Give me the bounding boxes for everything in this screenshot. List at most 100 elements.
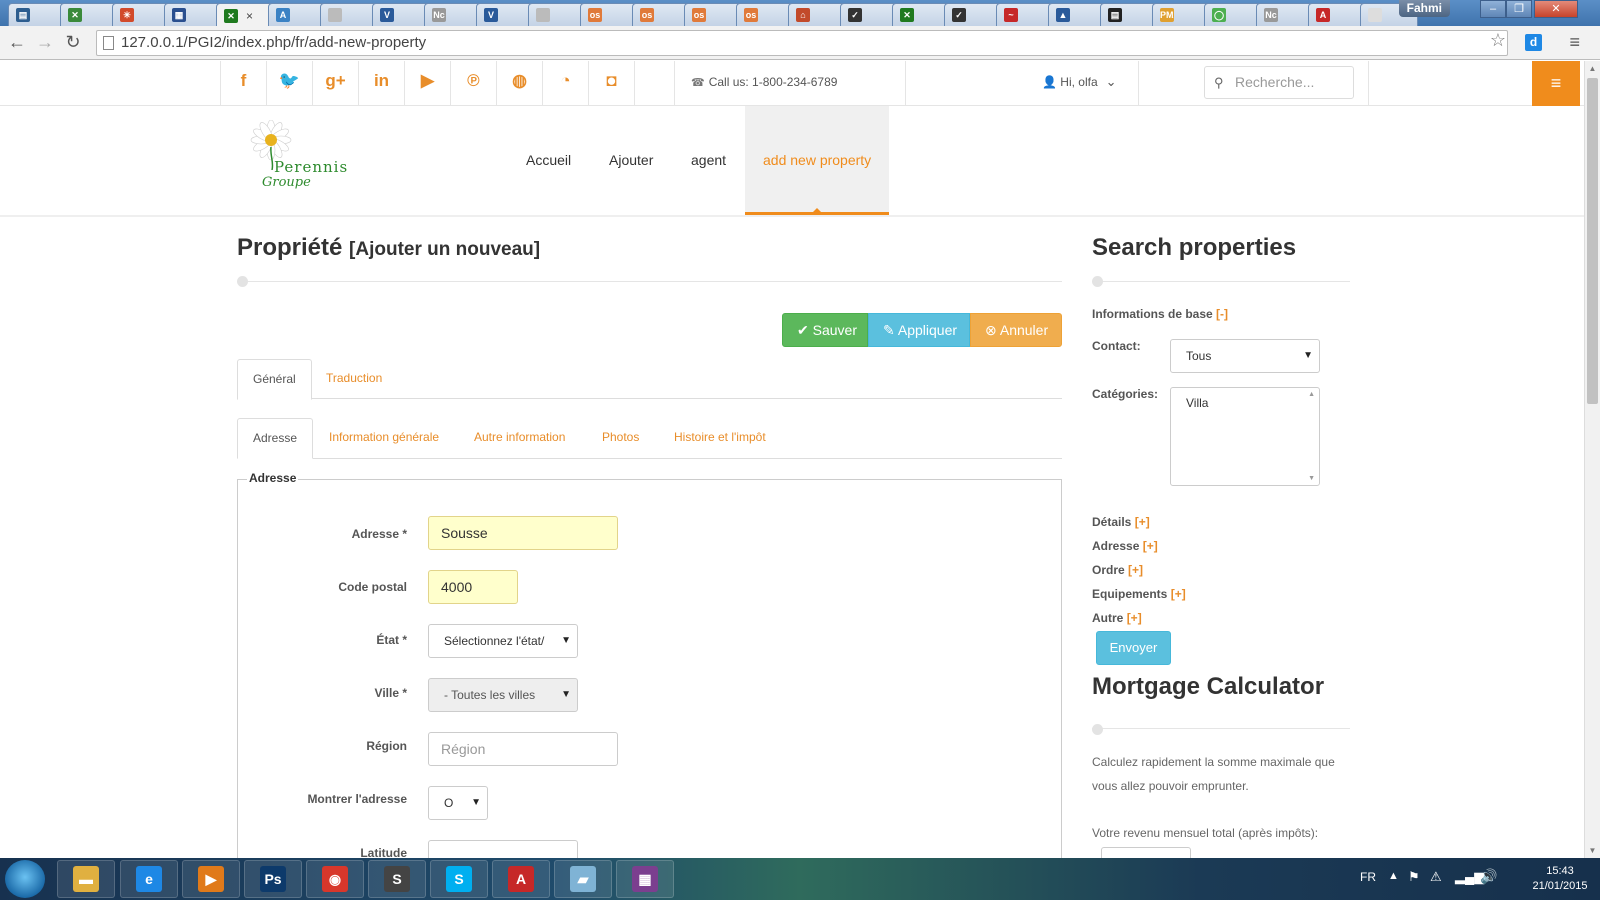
scroll-up-icon[interactable]: ▲ — [1585, 61, 1600, 76]
order-toggle[interactable]: Ordre [+] — [1092, 563, 1143, 577]
pinterest-icon[interactable]: ℗ — [450, 61, 496, 106]
browser-tab[interactable]: A — [1308, 3, 1366, 26]
contact-select[interactable]: Tous ▼ — [1170, 339, 1320, 373]
nav-item-accueil[interactable]: Accueil — [526, 106, 571, 215]
site-logo[interactable]: Perennis Groupe — [236, 120, 376, 202]
state-select[interactable]: Sélectionnez l'état/ ▼ — [428, 624, 578, 658]
taskbar-app[interactable]: A — [492, 860, 550, 898]
apply-button[interactable]: ✎ Appliquer — [868, 313, 970, 347]
tab-traduction[interactable]: Traduction — [311, 359, 397, 399]
browser-tab[interactable]: ✕ × — [216, 3, 274, 26]
tab-photos[interactable]: Photos — [587, 418, 654, 458]
taskbar-app[interactable]: S — [368, 860, 426, 898]
network-warning-icon[interactable]: ⚠ — [1430, 869, 1442, 885]
linkedin-icon[interactable]: in — [358, 61, 404, 106]
scroll-down-icon[interactable]: ▼ — [1308, 475, 1315, 482]
address-field[interactable]: Sousse — [428, 516, 618, 550]
browser-tab[interactable]: ▲ — [1048, 3, 1106, 26]
taskbar-app[interactable]: ◉ — [306, 860, 364, 898]
chrome-menu-icon[interactable]: ≡ — [1569, 32, 1580, 53]
taskbar-app[interactable]: ▬ — [57, 860, 115, 898]
show-hidden-icons[interactable]: ▲ — [1388, 870, 1399, 882]
url-bar[interactable]: 127.0.0.1/PGI2/index.php/fr/add-new-prop… — [96, 30, 1508, 56]
flag-icon[interactable]: ⚑ — [1408, 869, 1420, 885]
tab-autre-information[interactable]: Autre information — [459, 418, 580, 458]
start-button[interactable] — [5, 860, 45, 898]
browser-tab[interactable]: os — [684, 3, 742, 26]
browser-tab[interactable]: ✓ — [840, 3, 898, 26]
equipments-toggle[interactable]: Equipements [+] — [1092, 587, 1186, 601]
close-tab-icon[interactable]: × — [246, 9, 253, 23]
other-toggle[interactable]: Autre [+] — [1092, 611, 1142, 625]
browser-tab[interactable]: ✕ — [892, 3, 950, 26]
submit-button[interactable]: Envoyer — [1096, 631, 1171, 665]
city-select[interactable]: - Toutes les villes ▼ — [428, 678, 578, 712]
extension-icon[interactable]: d — [1525, 34, 1542, 51]
volume-icon[interactable]: 🔊 — [1480, 868, 1497, 885]
browser-tab[interactable]: ✳ — [112, 3, 170, 26]
rss-icon[interactable]: ◔ — [542, 61, 588, 106]
browser-tab[interactable] — [528, 3, 586, 26]
browser-tab[interactable]: ⌂ — [788, 3, 846, 26]
browser-tab[interactable]: ~ — [996, 3, 1054, 26]
taskbar-app[interactable]: Ps — [244, 860, 302, 898]
twitter-icon[interactable]: 🐦 — [266, 61, 312, 106]
maximize-button[interactable]: ❐ — [1506, 0, 1532, 18]
region-field[interactable]: Région — [428, 732, 618, 766]
nav-item-add-new-property[interactable]: add new property — [745, 106, 890, 215]
browser-tab[interactable]: Nc — [1256, 3, 1314, 26]
hamburger-menu-button[interactable]: ≡ — [1532, 61, 1580, 106]
scrollbar-thumb[interactable] — [1587, 78, 1598, 404]
basic-info-toggle[interactable]: Informations de base [-] — [1092, 307, 1228, 321]
categories-listbox[interactable]: Villa ▲ ▼ — [1170, 387, 1320, 486]
taskbar-app[interactable]: ▶ — [182, 860, 240, 898]
browser-tab[interactable]: V — [372, 3, 430, 26]
browser-tab[interactable]: ▤ — [1100, 3, 1158, 26]
dribbble-icon[interactable]: ◍ — [496, 61, 542, 106]
cancel-button[interactable]: ⊗ Annuler — [970, 313, 1062, 347]
forward-icon[interactable]: → — [34, 32, 56, 52]
browser-tab[interactable]: ◯ — [1204, 3, 1262, 26]
facebook-icon[interactable]: f — [220, 61, 266, 106]
browser-tab[interactable]: os — [580, 3, 638, 26]
browser-tab[interactable]: Nc — [424, 3, 482, 26]
youtube-icon[interactable]: ▶ — [404, 61, 450, 106]
scroll-down-icon[interactable]: ▼ — [1585, 843, 1600, 858]
browser-tab[interactable]: ▦ — [164, 3, 222, 26]
address-toggle[interactable]: Adresse [+] — [1092, 539, 1158, 553]
browser-tab[interactable]: os — [736, 3, 794, 26]
taskbar-app[interactable]: S — [430, 860, 488, 898]
minimize-button[interactable]: – — [1480, 0, 1506, 18]
browser-tab[interactable]: ✕ — [60, 3, 118, 26]
taskbar-app[interactable]: ▦ — [616, 860, 674, 898]
close-window-button[interactable]: ✕ — [1534, 0, 1578, 18]
details-toggle[interactable]: Détails [+] — [1092, 515, 1150, 529]
search-input[interactable]: ⚲ Recherche... — [1204, 66, 1354, 99]
browser-tab[interactable]: ✓ — [944, 3, 1002, 26]
save-button[interactable]: ✔ Sauver — [782, 313, 868, 347]
user-menu[interactable]: 👤 Hi, olfa ⌄ — [1042, 61, 1117, 106]
tab-adresse[interactable]: Adresse — [237, 418, 314, 459]
nav-item-agent[interactable]: agent — [691, 106, 726, 215]
tab-information-generale[interactable]: Information générale — [314, 418, 454, 458]
nav-item-ajouter[interactable]: Ajouter — [609, 106, 653, 215]
google-plus-icon[interactable]: g+ — [312, 61, 358, 106]
back-icon[interactable]: ← — [6, 32, 28, 52]
show-address-select[interactable]: O ▼ — [428, 786, 488, 820]
tab-histoire-impot[interactable]: Histoire et l'impôt — [659, 418, 781, 458]
browser-tab[interactable]: ▤ — [8, 3, 66, 26]
browser-tab[interactable]: V — [476, 3, 534, 26]
bookmark-star-icon[interactable]: ☆ — [1490, 30, 1506, 51]
browser-tab[interactable]: PMA — [1152, 3, 1210, 26]
browser-tab[interactable]: os — [632, 3, 690, 26]
language-indicator[interactable]: FR — [1360, 870, 1376, 884]
page-scrollbar[interactable]: ▲ ▼ — [1584, 61, 1600, 858]
income-field[interactable] — [1101, 847, 1191, 858]
taskbar-app[interactable]: ▰ — [554, 860, 612, 898]
browser-tab[interactable] — [320, 3, 378, 26]
taskbar-app[interactable]: e — [120, 860, 178, 898]
reload-icon[interactable]: ↻ — [62, 32, 84, 52]
clock[interactable]: 15:43 21/01/2015 — [1530, 864, 1590, 894]
latitude-field[interactable] — [428, 840, 578, 858]
scroll-up-icon[interactable]: ▲ — [1308, 391, 1315, 398]
